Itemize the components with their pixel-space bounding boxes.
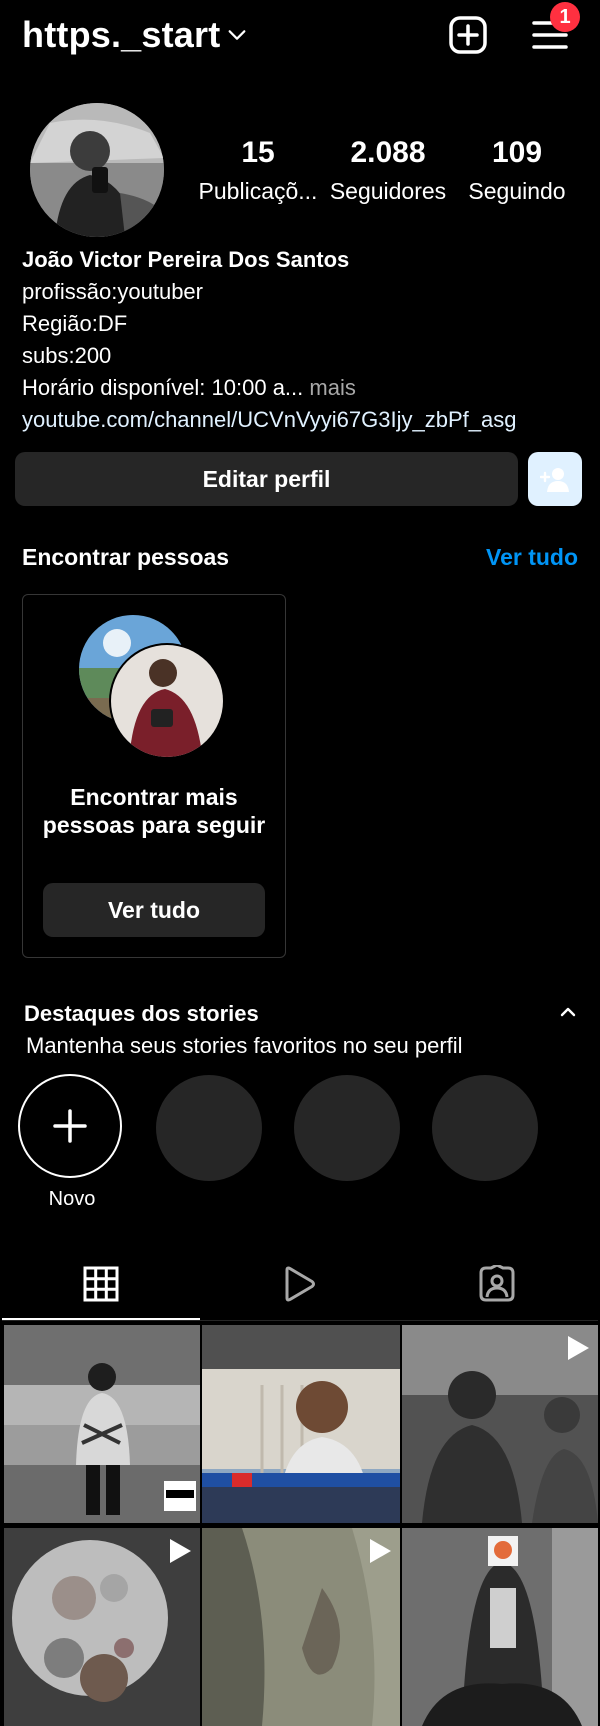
post-thumbnail[interactable] — [4, 1528, 200, 1726]
play-icon — [370, 1539, 391, 1563]
find-people-card[interactable]: Encontrar mais pessoas para seguir Ver t… — [22, 594, 286, 958]
username-title[interactable]: https._start — [22, 14, 220, 56]
find-people-card-text: Encontrar mais pessoas para seguir — [42, 784, 266, 838]
grid-icon — [83, 1266, 119, 1302]
stat-following-value: 109 — [491, 136, 543, 169]
new-highlight-label: Novo — [48, 1188, 96, 1210]
edit-profile-button[interactable]: Editar perfil — [15, 452, 518, 506]
bio-line: profissão:youtuber — [22, 279, 203, 304]
tab-reels[interactable] — [200, 1248, 398, 1320]
find-people-title: Encontrar pessoas — [22, 544, 230, 570]
post-thumbnail[interactable] — [4, 1325, 200, 1523]
find-people-card-button[interactable]: Ver tudo — [43, 883, 265, 937]
stat-posts-value: 15 — [241, 136, 275, 169]
post-thumbnail[interactable] — [202, 1528, 400, 1726]
find-people-see-all[interactable]: Ver tudo — [486, 544, 578, 571]
post-thumbnail[interactable] — [402, 1325, 598, 1523]
new-post-button[interactable] — [445, 12, 491, 58]
new-highlight-button[interactable] — [18, 1074, 122, 1178]
tab-tagged[interactable] — [398, 1248, 596, 1320]
post-thumbnail[interactable] — [402, 1528, 598, 1726]
bio-truncated-text: Horário disponível: 10:00 a... — [22, 375, 304, 400]
highlights-subtitle: Mantenha seus stories favoritos no seu p… — [26, 1033, 463, 1058]
profile-avatar[interactable] — [30, 103, 164, 237]
play-icon — [568, 1336, 589, 1360]
tabs-divider — [2, 1320, 598, 1321]
profile-tabs — [2, 1248, 598, 1320]
reels-icon — [285, 1266, 315, 1302]
bio-line: Região:DF — [22, 311, 128, 336]
profile-bio: João Victor Pereira Dos Santos profissão… — [22, 244, 592, 436]
chevron-up-icon[interactable] — [558, 1002, 578, 1022]
stat-following-label: Seguindo — [468, 178, 566, 204]
bio-more-link[interactable]: mais — [303, 375, 355, 400]
stat-posts[interactable]: 15 Publicaçõ... — [196, 136, 320, 205]
profile-name: João Victor Pereira Dos Santos — [22, 247, 350, 272]
play-icon — [170, 1539, 191, 1563]
highlights-title: Destaques dos stories — [24, 1001, 259, 1026]
highlight-placeholder — [294, 1075, 400, 1181]
highlight-placeholder — [432, 1075, 538, 1181]
tagged-icon — [479, 1265, 515, 1302]
suggest-people-button[interactable] — [528, 452, 582, 506]
bio-line-truncated: Horário disponível: 10:00 a... mais — [22, 372, 592, 404]
active-tab-indicator — [2, 1318, 200, 1320]
stat-posts-label: Publicaçõ... — [198, 178, 318, 204]
chevron-down-icon[interactable] — [226, 24, 248, 46]
bio-line: subs:200 — [22, 343, 112, 368]
add-person-icon — [540, 468, 569, 492]
highlight-placeholder — [156, 1075, 262, 1181]
post-thumbnail[interactable] — [202, 1325, 400, 1523]
stat-followers-label: Seguidores — [329, 178, 447, 204]
tab-grid[interactable] — [2, 1248, 200, 1320]
plus-square-icon — [449, 16, 487, 54]
plus-icon — [53, 1109, 87, 1143]
profile-link[interactable]: youtube.com/channel/UCVnVyyi67G3Ijy_zbPf… — [22, 404, 592, 436]
suggested-avatars — [79, 615, 225, 759]
stat-followers[interactable]: 2.088 Seguidores — [326, 136, 450, 205]
notification-badge: 1 — [550, 2, 580, 32]
stat-followers-value: 2.088 — [350, 136, 426, 169]
top-bar: https._start 1 — [0, 0, 600, 70]
stat-following[interactable]: 109 Seguindo — [455, 136, 579, 205]
